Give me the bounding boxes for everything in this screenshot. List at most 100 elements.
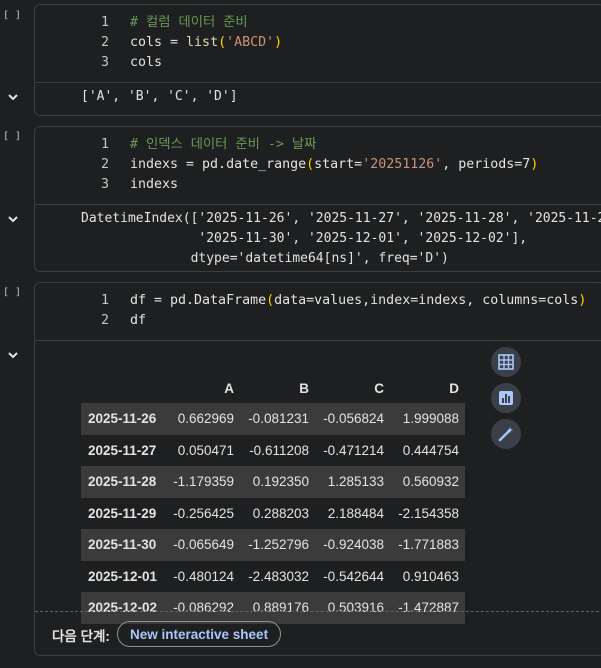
row-index: 2025-12-01 — [88, 568, 158, 584]
row-index: 2025-12-02 — [88, 600, 158, 616]
code-token: ( — [218, 35, 227, 50]
table-cell: -0.471214 — [323, 442, 384, 458]
code-token: ( — [306, 157, 315, 172]
line-number: 1 — [100, 137, 109, 152]
table-cell: -0.480124 — [173, 568, 234, 584]
table-cell: 0.910463 — [402, 568, 459, 584]
table-cell: -0.056824 — [323, 411, 384, 427]
code-token: indexs = pd.date_range — [130, 157, 307, 172]
convert-to-table-button[interactable] — [491, 347, 521, 377]
code-token: cols — [130, 55, 163, 70]
code-text: indexs — [130, 175, 178, 195]
chevron-down-icon[interactable] — [6, 90, 20, 104]
column-header: A — [224, 380, 234, 396]
output-line: ['A', 'B', 'C', 'D'] — [81, 89, 238, 104]
run-cell-button[interactable]: [ ] — [2, 9, 22, 23]
code-token: df = pd.DataFrame — [130, 293, 267, 308]
table-row: 2025-11-28 -1.179359 0.192350 1.285133 0.560… — [81, 466, 465, 498]
line-number: 3 — [100, 177, 109, 192]
line-number: 2 — [100, 313, 109, 328]
table-cell: -0.086292 — [173, 600, 234, 616]
code-token: start= — [314, 157, 363, 172]
table-row: 2025-12-02 -0.086292 0.889176 0.503916 -1.47… — [81, 592, 465, 624]
code-token: # 컬럼 데이터 준비 — [130, 15, 248, 30]
table-cell: -0.065649 — [173, 537, 234, 553]
code-text: cols = list('ABCD') — [130, 33, 282, 53]
table-row: 2025-11-26 0.662969 -0.081231 -0.056824 1.99… — [81, 403, 465, 435]
code-token: ) — [274, 35, 283, 50]
row-index: 2025-11-29 — [88, 505, 157, 521]
table-row: 2025-11-29 -0.256425 0.288203 2.188484 -2.15… — [81, 498, 465, 530]
table-row: 2025-11-30 -0.065649 -1.252796 -0.924038 -1.… — [81, 529, 465, 561]
code-token: ) — [578, 293, 587, 308]
code-cell[interactable]: 1 # 컬럼 데이터 준비 2 cols = list('ABCD') 3 cols ['… — [34, 4, 601, 116]
code-text: # 인덱스 데이터 준비 -> 날짜 — [130, 135, 316, 155]
row-index: 2025-11-26 — [88, 411, 157, 427]
dataframe-table: A B C D 2025-11-26 0.662969 -0.081231 -0.05682… — [81, 373, 465, 624]
table-cell: -1.179359 — [173, 474, 234, 490]
section-divider — [35, 611, 601, 612]
line-number: 3 — [100, 55, 109, 70]
next-steps-label: 다음 단계: — [52, 629, 110, 644]
table-cell: -0.611208 — [249, 442, 309, 458]
magic-wand-icon — [498, 427, 513, 442]
table-cell: -1.771883 — [398, 537, 459, 553]
code-token: '20251126' — [362, 157, 443, 172]
code-token: cols = — [130, 35, 187, 50]
row-index: 2025-11-27 — [88, 442, 157, 458]
chevron-down-icon[interactable] — [6, 348, 20, 362]
suggest-charts-button[interactable] — [491, 383, 521, 413]
table-cell: 0.560932 — [402, 474, 459, 490]
code-token: , periods=7 — [442, 157, 531, 172]
table-cell: -2.483032 — [248, 568, 309, 584]
row-index: 2025-11-28 — [88, 474, 157, 490]
table-cell: -2.154358 — [398, 505, 459, 521]
table-cell: 0.288203 — [252, 505, 309, 521]
code-cell[interactable]: 1 df = pd.DataFrame(data=values,index=ind… — [34, 282, 601, 656]
code-text: cols — [130, 53, 162, 73]
table-cell: 0.050471 — [177, 442, 234, 458]
run-cell-button[interactable]: [ ] — [2, 286, 22, 300]
notebook-cell-2: [ ] 1 # 인덱스 데이터 준비 -> 날짜 2 indexs = pd.date… — [0, 124, 601, 272]
code-token: ( — [266, 293, 275, 308]
table-cell: 0.192350 — [252, 474, 309, 490]
line-number: 2 — [100, 157, 109, 172]
table-icon — [498, 354, 514, 370]
table-cell: -0.542644 — [323, 568, 384, 584]
code-text: df — [130, 311, 146, 331]
chart-icon — [499, 391, 513, 405]
cell-output: DatetimeIndex(['2025-11-26', '2025-11-27… — [81, 209, 601, 269]
table-cell: -0.256425 — [173, 505, 234, 521]
table-row: 2025-12-01 -0.480124 -2.483032 -0.542644 0.9… — [81, 561, 465, 593]
table-cell: -0.081231 — [248, 411, 309, 427]
output-line: DatetimeIndex(['2025-11-26', '2025-11-27… — [81, 211, 601, 226]
notebook-cell-3: [ ] 1 df = pd.DataFrame(data=values,index… — [0, 282, 601, 666]
code-cell[interactable]: 1 # 인덱스 데이터 준비 -> 날짜 2 indexs = pd.date_ran… — [34, 126, 601, 272]
table-cell: 0.503916 — [327, 600, 384, 616]
chevron-down-icon[interactable] — [6, 212, 20, 226]
table-cell: 2.188484 — [327, 505, 384, 521]
code-token: 'ABCD' — [226, 35, 275, 50]
column-header: C — [374, 380, 384, 396]
line-number: 1 — [100, 15, 109, 30]
output-line: '2025-11-30', '2025-12-01', '2025-12-02'… — [81, 231, 528, 246]
table-cell: 0.662969 — [177, 411, 234, 427]
notebook-cell-1: [ ] 1 # 컬럼 데이터 준비 2 cols = list('ABCD') 3 col… — [0, 0, 601, 118]
table-cell: 0.889176 — [252, 600, 309, 616]
output-line: dtype='datetime64[ns]', freq='D') — [81, 251, 449, 266]
column-header: B — [299, 380, 309, 396]
table-cell: 0.444754 — [402, 442, 459, 458]
code-token: # 인덱스 데이터 준비 -> 날짜 — [130, 137, 317, 152]
code-token: data=values,index=indexs, columns=cols — [274, 293, 579, 308]
table-cell: -0.924038 — [323, 537, 384, 553]
line-number: 1 — [100, 293, 109, 308]
new-interactive-sheet-button[interactable]: New interactive sheet — [117, 621, 282, 647]
code-text: df = pd.DataFrame(data=values,index=inde… — [130, 291, 586, 311]
row-index: 2025-11-30 — [88, 537, 157, 553]
generate-code-button[interactable] — [491, 419, 521, 449]
run-cell-button[interactable]: [ ] — [2, 130, 22, 144]
table-cell: -1.472887 — [398, 600, 459, 616]
code-token: list — [186, 35, 219, 50]
code-text: # 컬럼 데이터 준비 — [130, 13, 248, 33]
table-cell: -1.252796 — [248, 537, 309, 553]
